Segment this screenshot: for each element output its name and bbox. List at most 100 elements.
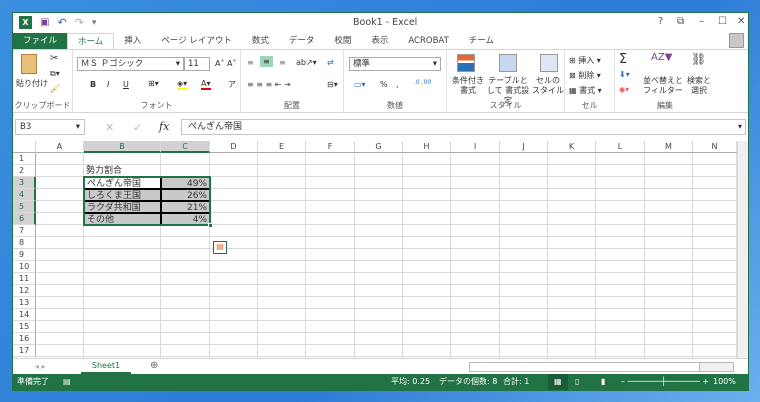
underline-button[interactable]: U (123, 80, 129, 89)
wrap-text-icon[interactable]: ⇄ (327, 58, 334, 67)
bold-button[interactable]: B (90, 80, 96, 89)
row-header-13[interactable]: 13 (13, 297, 36, 309)
formula-input[interactable]: ぺんぎん帝国 ▾ (181, 119, 746, 135)
page-layout-view-icon[interactable]: ▯ (575, 374, 579, 390)
row-header-17[interactable]: 17 (13, 345, 36, 357)
horizontal-scrollbar[interactable] (469, 362, 734, 372)
find-select-button[interactable]: 検索と 選択 (685, 76, 713, 96)
align-bottom-icon[interactable]: ≡ (279, 58, 286, 67)
align-left-icon[interactable]: ≡ ≡ ≡ ⇤ ⇥ (247, 80, 291, 89)
row-header-9[interactable]: 9 (13, 249, 36, 261)
percent-button[interactable]: % (380, 80, 388, 89)
fill-handle[interactable] (208, 223, 213, 228)
row-header-16[interactable]: 16 (13, 333, 36, 345)
column-header-B[interactable]: B (84, 141, 161, 153)
column-header-H[interactable]: H (403, 141, 451, 153)
cancel-icon[interactable]: ✕ (105, 121, 114, 134)
row-header-1[interactable]: 1 (13, 153, 36, 165)
column-header-A[interactable]: A (36, 141, 84, 153)
sort-filter-button[interactable]: 並べ替えと フィルター (643, 76, 683, 96)
row-header-14[interactable]: 14 (13, 309, 36, 321)
font-color-icon[interactable]: A▾ (201, 79, 211, 90)
borders-icon[interactable]: ⊞▾ (148, 79, 159, 88)
name-box[interactable]: B3 ▾ (15, 119, 85, 135)
column-header-F[interactable]: F (306, 141, 355, 153)
zoom-level[interactable]: 100% (713, 374, 736, 390)
tab-file[interactable]: ファイル (13, 33, 68, 49)
user-avatar[interactable] (729, 33, 744, 48)
decimal-icon[interactable]: .0 .00 (414, 79, 431, 86)
column-header-E[interactable]: E (258, 141, 306, 153)
tab-view[interactable]: 表示 (361, 33, 398, 49)
autosum-button[interactable]: Σ (619, 52, 627, 67)
fill-color-icon[interactable]: ◈▾ (177, 79, 188, 90)
cut-icon[interactable]: ✂ (50, 53, 58, 64)
tab-page-layout[interactable]: ページ レイアウト (151, 33, 242, 49)
column-header-K[interactable]: K (548, 141, 596, 153)
format-cells-button[interactable]: ▦ 書式 ▾ (569, 85, 602, 96)
undo-icon[interactable]: ↶ (57, 16, 66, 29)
macro-record-icon[interactable]: ▤ (63, 374, 71, 390)
tab-formulas[interactable]: 数式 (242, 33, 279, 49)
column-header-J[interactable]: J (500, 141, 548, 153)
enter-icon[interactable]: ✓ (133, 121, 142, 134)
currency-icon[interactable]: ▭▾ (354, 80, 366, 89)
comma-button[interactable]: , (396, 80, 399, 89)
page-break-view-icon[interactable]: ▮ (601, 374, 605, 390)
paste-button[interactable]: 貼り付け (16, 78, 48, 89)
row-header-4[interactable]: 4 (13, 189, 36, 201)
row-header-11[interactable]: 11 (13, 273, 36, 285)
row-header-8[interactable]: 8 (13, 237, 36, 249)
zoom-slider[interactable]: – ───────┼─────── + (621, 374, 709, 390)
row-header-10[interactable]: 10 (13, 261, 36, 273)
font-size-select[interactable]: 11 (184, 57, 210, 71)
column-header-G[interactable]: G (355, 141, 403, 153)
tab-home[interactable]: ホーム (67, 33, 115, 49)
italic-button[interactable]: I (107, 80, 109, 89)
column-header-L[interactable]: L (596, 141, 645, 153)
sheet-nav-icon[interactable]: ◂ ▸ (35, 362, 46, 371)
row-header-3[interactable]: 3 (13, 177, 36, 189)
row-header-12[interactable]: 12 (13, 285, 36, 297)
align-top-icon[interactable]: ≡ (247, 58, 254, 67)
vertical-scrollbar[interactable] (737, 141, 748, 358)
tab-team[interactable]: チーム (459, 33, 504, 49)
quick-analysis-icon[interactable]: ▤ (213, 241, 227, 254)
phonetic-icon[interactable]: ア (228, 79, 236, 90)
row-header-2[interactable]: 2 (13, 165, 36, 177)
cell-styles-button[interactable]: セルの スタイル (531, 76, 565, 96)
column-header-M[interactable]: M (645, 141, 693, 153)
save-icon[interactable]: ▣ (40, 17, 49, 28)
column-header-N[interactable]: N (693, 141, 737, 153)
copy-icon[interactable]: ⧉▾ (50, 69, 60, 79)
new-sheet-button[interactable]: ⊕ (150, 360, 158, 371)
row-header-7[interactable]: 7 (13, 225, 36, 237)
maximize-button[interactable]: ☐ (718, 16, 727, 27)
merge-center-icon[interactable]: ⊟▾ (327, 80, 338, 89)
column-header-C[interactable]: C (161, 141, 210, 153)
row-header-6[interactable]: 6 (13, 213, 36, 225)
tab-acrobat[interactable]: ACROBAT (398, 33, 458, 49)
redo-icon[interactable]: ↷ (75, 16, 84, 29)
insert-cells-button[interactable]: ⊞ 挿入 ▾ (569, 55, 601, 66)
tab-insert[interactable]: 挿入 (114, 33, 151, 49)
font-name-select[interactable]: ＭＳ Ｐゴシック ▾ (77, 57, 184, 71)
help-button[interactable]: ? (658, 16, 663, 27)
tab-data[interactable]: データ (279, 33, 325, 49)
conditional-format-button[interactable]: 条件付き 書式 (449, 76, 487, 96)
row-header-15[interactable]: 15 (13, 321, 36, 333)
sheet-tab-sheet1[interactable]: Sheet1 (81, 359, 131, 374)
fill-icon[interactable]: ⬇▾ (619, 70, 630, 79)
customize-qat-icon[interactable]: ▾ (92, 18, 97, 28)
increase-font-icon[interactable]: A˄ A˅ (215, 59, 237, 68)
number-format-select[interactable]: 標準 ▾ (349, 57, 441, 71)
tab-review[interactable]: 校閲 (324, 33, 361, 49)
select-all-corner[interactable] (13, 141, 36, 153)
row-header-5[interactable]: 5 (13, 201, 36, 213)
orientation-icon[interactable]: ab↗▾ (296, 58, 317, 67)
align-middle-icon[interactable]: ≡ (260, 56, 273, 67)
normal-view-icon[interactable]: ▦ (548, 374, 568, 390)
column-header-I[interactable]: I (451, 141, 500, 153)
column-header-D[interactable]: D (210, 141, 258, 153)
worksheet-grid[interactable]: 勢力割合 A B C D E F G H I J K L M N 1 2 3 4 5 6 7 8 9 10 11 12 13 14 15… (13, 141, 737, 358)
